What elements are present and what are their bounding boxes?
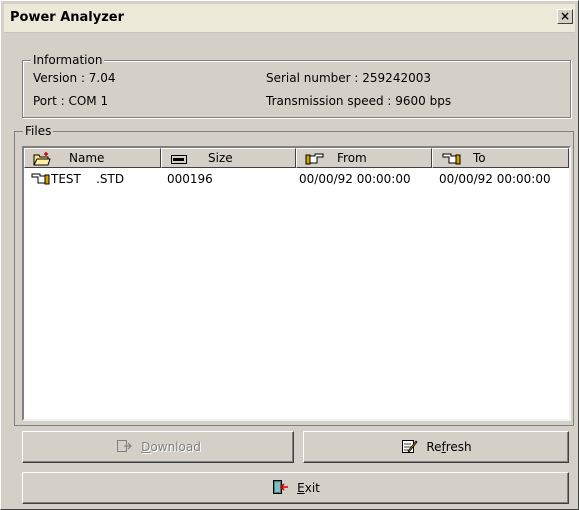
information-group: Information Version : 7.04 Port : COM 1 … bbox=[22, 53, 571, 118]
file-name: TEST .STD bbox=[51, 172, 125, 186]
version-text: Version : 7.04 bbox=[33, 71, 116, 85]
column-label-name: Name bbox=[69, 151, 105, 165]
drive-icon bbox=[170, 151, 188, 172]
power-analyzer-window: Power Analyzer × Information Version : 7… bbox=[0, 0, 579, 510]
hand-pointing-left-icon bbox=[30, 171, 50, 192]
folder-new-icon bbox=[33, 151, 51, 172]
window-title: Power Analyzer bbox=[10, 10, 125, 25]
files-legend: Files bbox=[23, 124, 54, 138]
file-size: 000196 bbox=[167, 172, 213, 186]
close-button[interactable]: × bbox=[557, 9, 573, 24]
column-header-from[interactable]: From bbox=[296, 148, 432, 168]
files-list[interactable]: Name Size From To TEST .STD 000196 00/00… bbox=[22, 146, 571, 421]
port-text: Port : COM 1 bbox=[33, 94, 109, 108]
hand-pointing-left-icon bbox=[441, 151, 461, 172]
information-legend: Information bbox=[31, 53, 105, 67]
column-label-to: To bbox=[473, 151, 486, 165]
transmission-speed-text: Transmission speed : 9600 bps bbox=[266, 94, 452, 108]
column-header-name[interactable]: Name bbox=[24, 148, 161, 168]
refresh-button[interactable]: Refresh bbox=[303, 431, 569, 463]
column-header-to[interactable]: To bbox=[432, 148, 569, 168]
files-list-header: Name Size From To bbox=[24, 148, 569, 168]
file-from: 00/00/92 00:00:00 bbox=[299, 172, 411, 186]
column-label-size: Size bbox=[208, 151, 233, 165]
column-label-from: From bbox=[337, 151, 367, 165]
exit-door-icon bbox=[271, 479, 289, 498]
serial-number-text: Serial number : 259242003 bbox=[266, 71, 431, 85]
download-button[interactable]: Download bbox=[22, 431, 294, 463]
column-header-size[interactable]: Size bbox=[161, 148, 296, 168]
title-bar[interactable]: Power Analyzer × bbox=[4, 4, 575, 33]
download-icon bbox=[115, 438, 133, 457]
close-icon: × bbox=[559, 9, 571, 23]
exit-label: Exit bbox=[297, 481, 320, 495]
hand-pointing-right-icon bbox=[305, 151, 325, 172]
download-label: Download bbox=[141, 440, 201, 454]
refresh-label: Refresh bbox=[426, 440, 472, 454]
exit-button[interactable]: Exit bbox=[22, 472, 569, 504]
file-to: 00/00/92 00:00:00 bbox=[439, 172, 551, 186]
file-row[interactable]: TEST .STD 000196 00/00/92 00:00:00 00/00… bbox=[24, 170, 569, 188]
refresh-icon bbox=[400, 438, 418, 457]
